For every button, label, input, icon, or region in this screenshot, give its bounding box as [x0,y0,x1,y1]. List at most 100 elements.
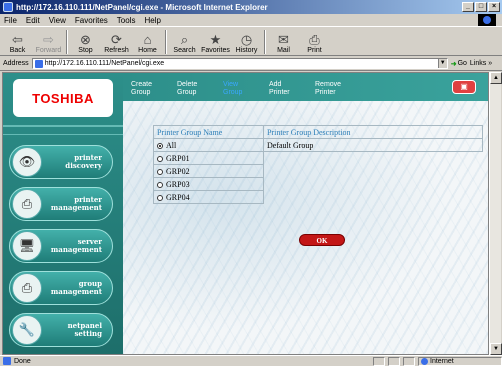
group-name-cell[interactable]: GRP03 [153,177,264,191]
group-description-cell [264,152,483,165]
scroll-down-icon[interactable]: ▼ [490,343,502,355]
vertical-scrollbar[interactable]: ▲ ▼ [489,72,502,355]
stop-button[interactable]: ⊗ Stop [70,27,101,55]
links-button[interactable]: Links » [470,60,492,67]
column-header-description: Printer Group Description [263,125,483,139]
nav-label: printer discovery [65,153,102,170]
security-zone: Internet [418,356,502,366]
windows-logo-icon [478,14,496,26]
group-name-cell[interactable]: GRP02 [153,164,264,178]
table-row: All Default Group [153,138,483,152]
toolbar-label: Print [307,47,322,54]
toolbar-separator [165,30,167,54]
toshiba-logo: TOSHIBA [13,79,113,117]
back-button[interactable]: ⇦ Back [2,27,33,55]
group-radio[interactable] [157,194,163,201]
table-row: GRP01 [153,151,483,165]
menu-bar: File Edit View Favorites Tools Help [0,14,502,26]
address-url: http://172.16.110.111/NetPanel/cgi.exe [44,60,165,67]
column-header-name: Printer Group Name [153,125,264,139]
history-button[interactable]: ◷ History [231,27,262,55]
scroll-up-icon[interactable]: ▲ [490,72,502,84]
group-name-cell[interactable]: GRP04 [153,190,264,204]
nav-label: netpanel setting [67,321,102,338]
toolbar-label: History [235,47,258,54]
toolbar-label: Home [138,47,157,54]
address-input[interactable]: http://172.16.110.111/NetPanel/cgi.exe ▼ [31,58,448,69]
minimize-button[interactable]: _ [462,2,474,12]
maximize-button[interactable]: □ [475,2,487,12]
home-icon: ⌂ [143,32,152,47]
toolbar-label: Forward [35,47,62,54]
favorites-button[interactable]: ★ Favorites [200,27,231,55]
nav-group-management-button[interactable]: ⎙ group management [9,271,113,305]
status-pane [373,356,385,366]
stop-icon: ⊗ [80,32,91,47]
toolbar-separator [66,30,68,54]
book-icon[interactable]: ▣ [452,80,476,94]
tab-create-group[interactable]: Create Group [131,75,177,101]
globe-icon [421,357,428,365]
nav-netpanel-setting-button[interactable]: 🔧 netpanel setting [9,313,113,347]
group-name-cell[interactable]: GRP01 [153,151,264,165]
tab-delete-group[interactable]: Delete Group [177,75,223,101]
go-label: Go [457,60,467,67]
page-icon [34,59,43,68]
group-radio[interactable] [157,142,163,149]
toolbar-label: Refresh [104,47,129,54]
nav-printer-discovery-button[interactable]: 👁 printer discovery [9,145,113,179]
toolbar-label: Mail [277,47,290,54]
menu-view[interactable]: View [49,16,66,25]
group-radio[interactable] [157,181,163,188]
tab-remove-printer[interactable]: Remove Printer [315,75,361,101]
nav-label: printer management [50,195,102,212]
group-radio[interactable] [157,168,163,175]
title-bar: http://172.16.110.111/NetPanel/cgi.exe -… [0,0,502,14]
zone-label: Internet [430,357,454,365]
toolbar: ⇦ Back ⇨ Forward ⊗ Stop ⟳ Refresh ⌂ Home ⌕ Search ★ F… [0,26,502,56]
menu-file[interactable]: File [4,16,17,25]
status-pane [403,356,415,366]
mail-button[interactable]: ✉ Mail [268,27,299,55]
toolbar-label: Back [9,47,26,54]
tab-view-group[interactable]: View Group [223,75,269,101]
group-description-cell: Default Group [263,138,483,152]
menu-edit[interactable]: Edit [26,16,40,25]
ie-logo-icon [3,2,13,12]
printer-icon: ⎙ [12,189,42,219]
close-button[interactable]: × [488,2,500,12]
group-name: GRP01 [166,153,190,163]
ok-button[interactable]: OK [299,234,345,246]
forward-button[interactable]: ⇨ Forward [33,27,64,55]
group-name: All [166,140,177,150]
toolbar-label: Stop [78,47,93,54]
nav-printer-management-button[interactable]: ⎙ printer management [9,187,113,221]
print-icon: ⎙ [309,32,320,47]
group-tabs: Create Group Delete Group View Group Add Pr… [123,73,488,101]
group-radio[interactable] [157,155,163,162]
group-name: GRP04 [166,192,190,202]
home-button[interactable]: ⌂ Home [132,27,163,55]
address-dropdown-icon[interactable]: ▼ [437,59,447,68]
menu-tools[interactable]: Tools [117,16,136,25]
status-pane [388,356,400,366]
print-button[interactable]: ⎙ Print [299,27,330,55]
group-name-cell[interactable]: All [153,138,264,152]
search-icon: ⌕ [180,32,189,47]
web-page: TOSHIBA 👁 printer discovery ⎙ printer manag… [2,72,489,355]
table-row: GRP02 [153,164,483,178]
address-bar: Address http://172.16.110.111/NetPanel/c… [0,57,502,71]
menu-help[interactable]: Help [144,16,160,25]
refresh-button[interactable]: ⟳ Refresh [101,27,132,55]
search-button[interactable]: ⌕ Search [169,27,200,55]
toolbar-label: Favorites [201,47,230,54]
group-icon: ⎙ [12,273,42,303]
binoculars-icon: 👁 [12,147,42,177]
page-done-icon [3,357,11,365]
go-button[interactable]: ➜ Go [451,60,467,68]
nav-label: server management [50,237,102,254]
go-arrow-icon: ➜ [450,60,457,68]
nav-server-management-button[interactable]: 🖥 server management [9,229,113,263]
menu-favorites[interactable]: Favorites [75,16,108,25]
tab-add-printer[interactable]: Add Printer [269,75,315,101]
